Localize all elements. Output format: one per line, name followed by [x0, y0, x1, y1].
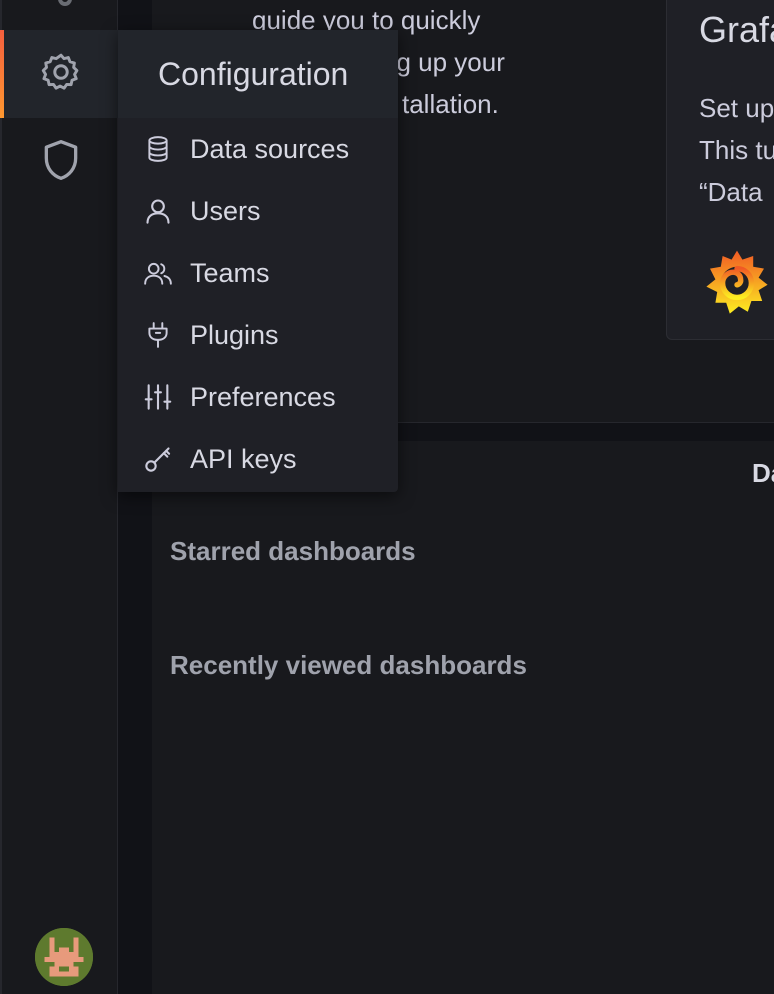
menu-item-api-keys[interactable]: API keys	[118, 428, 398, 490]
user-icon	[142, 195, 174, 227]
menu-item-plugins[interactable]: Plugins	[118, 304, 398, 366]
sidebar-item-configuration[interactable]	[0, 30, 120, 118]
menu-item-label: Teams	[190, 257, 270, 288]
sliders-icon	[142, 381, 174, 413]
sidebar-item-server-admin[interactable]	[2, 118, 120, 206]
configuration-menu: Configuration Data sources Users Teams P…	[118, 30, 398, 492]
panel-header: Da	[752, 458, 774, 488]
card-body-line: “Data	[699, 177, 763, 207]
key-icon	[142, 443, 174, 475]
card-body-line: Set up	[699, 93, 774, 123]
shield-icon	[41, 138, 81, 187]
menu-title[interactable]: Configuration	[118, 30, 398, 118]
plug-icon	[142, 319, 174, 351]
grafana-logo-icon	[701, 247, 773, 319]
tutorial-card[interactable]: Grafa Set up This tu “Data	[666, 0, 774, 340]
menu-item-data-sources[interactable]: Data sources	[118, 118, 398, 180]
database-icon	[142, 133, 174, 165]
gear-icon	[39, 50, 83, 99]
card-body-line: This tu	[699, 135, 774, 165]
menu-item-preferences[interactable]: Preferences	[118, 366, 398, 428]
starred-dashboards-title: Starred dashboards	[170, 536, 416, 566]
menu-item-label: Data sources	[190, 133, 350, 164]
menu-item-label: Plugins	[190, 319, 279, 350]
menu-item-users[interactable]: Users	[118, 180, 398, 242]
card-title: Grafa	[699, 9, 774, 50]
menu-item-label: API keys	[190, 443, 297, 474]
card-body: Set up This tu “Data	[699, 87, 774, 213]
recent-dashboards-title: Recently viewed dashboards	[170, 650, 527, 680]
sidebar	[0, 0, 120, 994]
menu-item-label: Preferences	[190, 381, 336, 412]
users-icon	[142, 257, 174, 289]
menu-item-teams[interactable]: Teams	[118, 242, 398, 304]
avatar[interactable]	[35, 928, 93, 986]
menu-item-label: Users	[190, 195, 261, 226]
partial-nav-icon[interactable]	[58, 0, 72, 6]
